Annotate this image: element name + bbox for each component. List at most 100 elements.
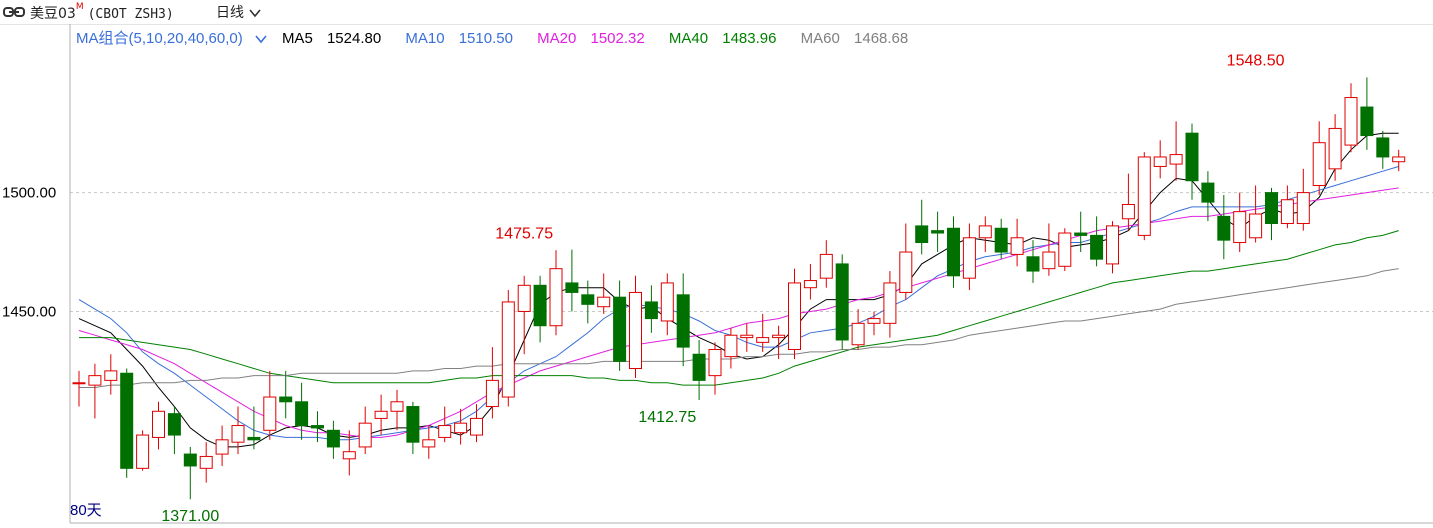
candle[interactable] bbox=[470, 404, 483, 443]
candle[interactable] bbox=[962, 223, 976, 291]
candle[interactable] bbox=[676, 273, 690, 367]
candle-body bbox=[1344, 97, 1358, 146]
instrument-title[interactable]: 美豆03M (CBOT ZSH3) bbox=[30, 2, 174, 23]
candle[interactable] bbox=[867, 311, 881, 336]
candle[interactable] bbox=[279, 370, 293, 419]
candle[interactable] bbox=[915, 199, 929, 255]
candle[interactable] bbox=[454, 408, 468, 445]
candle-body bbox=[215, 439, 229, 455]
candle-body bbox=[454, 422, 468, 434]
candle[interactable] bbox=[978, 216, 992, 253]
candle[interactable] bbox=[740, 323, 754, 352]
kline-chart[interactable]: 1475.751412.751371.001548.50 1500.001450… bbox=[0, 24, 1433, 528]
candle[interactable] bbox=[406, 401, 420, 455]
candle[interactable] bbox=[215, 425, 229, 466]
candle[interactable] bbox=[136, 430, 150, 471]
candle[interactable] bbox=[931, 211, 945, 253]
ma60-line bbox=[79, 268, 1399, 388]
candle[interactable] bbox=[1296, 168, 1310, 231]
candle[interactable] bbox=[788, 268, 801, 359]
candle[interactable] bbox=[644, 285, 658, 333]
candle-body bbox=[120, 372, 134, 469]
candle[interactable] bbox=[1217, 194, 1231, 260]
candle[interactable] bbox=[1106, 221, 1119, 274]
candle-body bbox=[1249, 213, 1263, 239]
candle[interactable] bbox=[899, 223, 913, 300]
candle[interactable] bbox=[88, 363, 102, 419]
candle[interactable] bbox=[1153, 140, 1167, 179]
candle[interactable] bbox=[1265, 187, 1278, 241]
candle[interactable] bbox=[835, 254, 849, 350]
candle-body bbox=[104, 370, 118, 381]
candle-body bbox=[1233, 211, 1247, 244]
candle[interactable] bbox=[1090, 216, 1104, 267]
candle[interactable] bbox=[1201, 171, 1215, 222]
candle[interactable] bbox=[613, 280, 627, 371]
candle[interactable] bbox=[1249, 185, 1263, 243]
candle[interactable] bbox=[803, 263, 817, 300]
candle-body bbox=[851, 322, 865, 346]
link-icon[interactable] bbox=[3, 6, 25, 18]
candle[interactable] bbox=[501, 290, 515, 407]
candle[interactable] bbox=[1233, 192, 1247, 253]
candle[interactable] bbox=[597, 273, 611, 314]
candle[interactable] bbox=[326, 420, 340, 459]
candle[interactable] bbox=[581, 280, 595, 324]
candle[interactable] bbox=[533, 275, 547, 343]
candle[interactable] bbox=[72, 370, 86, 407]
candle[interactable] bbox=[1312, 121, 1326, 195]
candle-body bbox=[676, 294, 690, 348]
candle[interactable] bbox=[1058, 228, 1072, 272]
candle[interactable] bbox=[1137, 152, 1151, 241]
candle-body bbox=[1074, 232, 1088, 236]
candle[interactable] bbox=[104, 354, 118, 395]
candle-body bbox=[883, 282, 897, 324]
candle[interactable] bbox=[374, 394, 388, 436]
candle[interactable] bbox=[358, 406, 372, 455]
candle-body bbox=[342, 451, 356, 460]
candle[interactable] bbox=[1042, 223, 1056, 276]
candle-body bbox=[88, 375, 102, 386]
candle[interactable] bbox=[390, 389, 404, 431]
period-selector[interactable]: 日线 bbox=[216, 2, 262, 22]
candle[interactable] bbox=[994, 218, 1008, 260]
candle-body bbox=[295, 401, 309, 427]
candle[interactable] bbox=[629, 275, 642, 379]
candle[interactable] bbox=[819, 240, 833, 288]
candle[interactable] bbox=[517, 275, 531, 355]
candle[interactable] bbox=[947, 216, 960, 288]
candle[interactable] bbox=[692, 339, 706, 400]
candle[interactable] bbox=[167, 406, 181, 455]
candle[interactable] bbox=[549, 250, 563, 336]
candle[interactable] bbox=[263, 370, 277, 440]
candle[interactable] bbox=[565, 249, 579, 312]
candle-body bbox=[692, 353, 706, 381]
instrument-name: 美豆03 bbox=[30, 6, 76, 22]
candle-body bbox=[962, 237, 976, 279]
candle[interactable] bbox=[183, 446, 197, 500]
candle[interactable] bbox=[1376, 130, 1390, 169]
candle-body bbox=[1121, 203, 1135, 220]
candle[interactable] bbox=[660, 273, 674, 336]
candle[interactable] bbox=[1169, 121, 1183, 181]
candle[interactable] bbox=[1280, 185, 1294, 229]
candle[interactable] bbox=[120, 368, 134, 478]
candle[interactable] bbox=[485, 347, 499, 419]
candle[interactable] bbox=[708, 342, 722, 395]
candle[interactable] bbox=[883, 271, 897, 338]
candle[interactable] bbox=[1344, 83, 1358, 153]
candle-body bbox=[1090, 234, 1104, 260]
candle[interactable] bbox=[422, 425, 436, 459]
candle-body bbox=[613, 296, 627, 362]
candle-body bbox=[1217, 215, 1231, 241]
ma40-line bbox=[79, 230, 1399, 386]
candle[interactable] bbox=[199, 442, 213, 483]
candle[interactable] bbox=[1328, 114, 1342, 181]
candle[interactable] bbox=[1121, 173, 1135, 231]
candle[interactable] bbox=[1010, 218, 1024, 267]
candle[interactable] bbox=[1185, 123, 1199, 200]
candle[interactable] bbox=[152, 401, 165, 450]
chevron-down-icon bbox=[249, 9, 262, 18]
candle[interactable] bbox=[851, 309, 865, 350]
candle-body bbox=[581, 294, 595, 305]
